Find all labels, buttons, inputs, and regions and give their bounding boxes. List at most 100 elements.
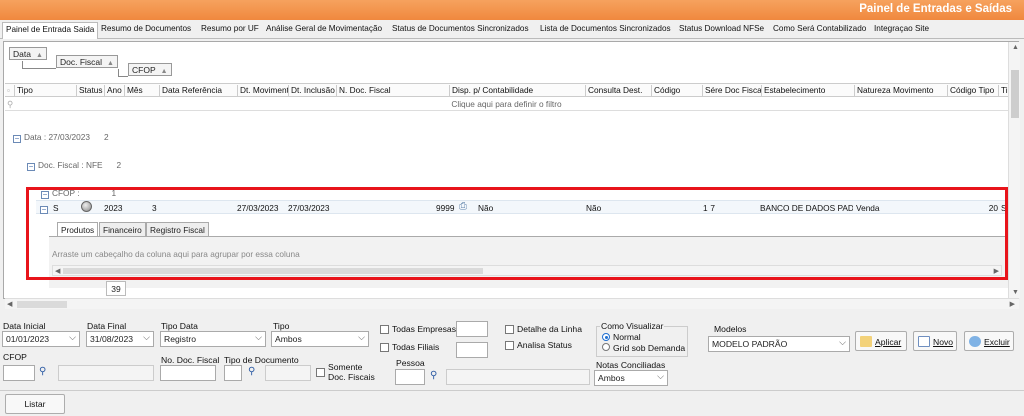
analisa-status-label: Analisa Status bbox=[517, 340, 572, 350]
data-inicial-field[interactable]: 01/01/2023 bbox=[2, 331, 80, 347]
col-data-referencia[interactable]: Data Referência bbox=[160, 85, 238, 96]
col-natureza-movimento[interactable]: Natureza Movimento bbox=[855, 85, 948, 96]
window-title: Painel de Entradas e Saídas bbox=[859, 3, 1012, 15]
grid-vertical-scrollbar[interactable]: ▲ ▼ bbox=[1008, 42, 1020, 298]
col-codigo[interactable]: Código bbox=[652, 85, 703, 96]
group-chip-doc-fiscal[interactable]: Doc. Fiscal ▲ bbox=[56, 55, 118, 68]
empresa-field[interactable] bbox=[456, 321, 488, 337]
tipo-data-select[interactable]: Registro bbox=[160, 331, 266, 347]
col-disp-contabilidade[interactable]: Disp. p/ Contabilidade bbox=[450, 85, 586, 96]
scroll-thumb[interactable] bbox=[1011, 70, 1019, 118]
tipo-select[interactable]: Ambos bbox=[271, 331, 369, 347]
col-status[interactable]: Status bbox=[77, 85, 105, 96]
sort-asc-icon: ▲ bbox=[35, 52, 43, 59]
col-estabelecimento[interactable]: Estabelecimento bbox=[762, 85, 855, 96]
collapse-icon[interactable]: − bbox=[27, 163, 35, 171]
grid-horizontal-scrollbar[interactable]: ◀ ▶ bbox=[5, 298, 1019, 309]
col-mes[interactable]: Mês bbox=[125, 85, 160, 96]
detalhe-linha-checkbox[interactable] bbox=[505, 325, 514, 334]
tab-painel-entrada-saida[interactable]: Painel de Entrada Saida bbox=[2, 22, 99, 39]
excluir-button[interactable]: Excluir bbox=[964, 331, 1014, 351]
listar-button[interactable]: Listar bbox=[5, 394, 65, 414]
col-ano[interactable]: Ano bbox=[105, 85, 125, 96]
footer-bar: Listar bbox=[0, 390, 1024, 416]
group-chip-cfop[interactable]: CFOP ▲ bbox=[128, 63, 172, 76]
new-document-icon bbox=[918, 336, 930, 347]
data-inicial-label: Data Inicial bbox=[3, 321, 46, 331]
sort-asc-icon: ▲ bbox=[160, 68, 168, 75]
tipo-label: Tipo bbox=[273, 321, 290, 331]
col-n-doc-fiscal[interactable]: N. Doc. Fiscal bbox=[337, 85, 450, 96]
grid-demanda-label: Grid sob Demanda bbox=[613, 343, 686, 353]
tab-lista-sincronizados[interactable]: Lista de Documentos Sincronizados bbox=[540, 24, 671, 33]
detalhe-linha-label: Detalhe da Linha bbox=[517, 324, 582, 334]
col-tipo-2[interactable]: Tipo bbox=[999, 85, 1008, 96]
como-visualizar-label: Como Visualizar bbox=[600, 321, 665, 331]
search-icon[interactable]: ⚲ bbox=[248, 366, 255, 377]
col-dt-inclusao[interactable]: Dt. Inclusão bbox=[289, 85, 337, 96]
todas-empresas-checkbox[interactable] bbox=[380, 325, 389, 334]
highlight-box bbox=[26, 187, 1008, 280]
data-grid: Data ▲ Doc. Fiscal ▲ CFOP ▲ ▫ Tipo Status A… bbox=[3, 41, 1020, 309]
collapse-icon[interactable]: − bbox=[13, 135, 21, 143]
col-dt-movimento[interactable]: Dt. Movimento bbox=[238, 85, 289, 96]
tipo-documento-field[interactable] bbox=[224, 365, 242, 381]
tab-resumo-uf[interactable]: Resumo por UF bbox=[201, 24, 259, 33]
scroll-down-icon[interactable]: ▼ bbox=[1012, 289, 1019, 296]
normal-radio[interactable] bbox=[602, 333, 610, 341]
group-connector bbox=[22, 61, 56, 69]
todas-filiais-label: Todas Filiais bbox=[392, 342, 440, 352]
scroll-thumb[interactable] bbox=[17, 301, 67, 308]
somente-doc-fiscais-checkbox[interactable] bbox=[316, 368, 325, 377]
tab-integracao-site[interactable]: Integraçao Site bbox=[874, 24, 929, 33]
col-codigo-tipo[interactable]: Código Tipo bbox=[948, 85, 999, 96]
group-row-doc-fiscal[interactable]: − Doc. Fiscal : NFE 2 bbox=[27, 160, 121, 171]
scroll-up-icon[interactable]: ▲ bbox=[1012, 44, 1019, 51]
filter-icon: ⚲ bbox=[7, 99, 14, 109]
tipo-documento-label: Tipo de Documento bbox=[224, 355, 299, 365]
notas-conciliadas-select[interactable]: Ambos bbox=[594, 370, 668, 386]
search-icon[interactable]: ⚲ bbox=[39, 366, 46, 377]
sort-asc-icon: ▲ bbox=[107, 60, 114, 67]
pessoa-description bbox=[446, 369, 590, 385]
no-doc-fiscal-field[interactable] bbox=[160, 365, 216, 381]
tab-resumo-documentos[interactable]: Resumo de Documentos bbox=[101, 24, 191, 33]
col-tipo[interactable]: Tipo bbox=[15, 85, 77, 96]
tipo-data-label: Tipo Data bbox=[161, 321, 198, 331]
col-serie-doc-fiscal[interactable]: Sére Doc Fiscal bbox=[703, 85, 762, 96]
group-connector bbox=[118, 69, 128, 77]
delete-icon bbox=[969, 336, 981, 347]
group-chip-data[interactable]: Data ▲ bbox=[9, 47, 47, 60]
tab-status-sincronizados[interactable]: Status de Documentos Sincronizados bbox=[392, 24, 529, 33]
modelos-select[interactable]: MODELO PADRÃO bbox=[708, 336, 850, 352]
somente-doc-fiscais-label: Somente Doc. Fiscais bbox=[328, 362, 375, 382]
cfop-label: CFOP bbox=[3, 352, 27, 362]
group-row-data[interactable]: − Data : 27/03/2023 2 bbox=[13, 132, 109, 143]
tipo-documento-description bbox=[265, 365, 311, 381]
grid-demanda-radio[interactable] bbox=[602, 343, 610, 351]
col-consulta-dest[interactable]: Consulta Dest. bbox=[586, 85, 652, 96]
search-icon[interactable]: ⚲ bbox=[430, 370, 437, 381]
todas-filiais-checkbox[interactable] bbox=[380, 343, 389, 352]
scroll-left-icon[interactable]: ◀ bbox=[7, 300, 12, 308]
pessoa-field[interactable] bbox=[395, 369, 425, 385]
no-doc-fiscal-label: No. Doc. Fiscal bbox=[161, 355, 220, 365]
filter-row[interactable]: ⚲ Clique aqui para definir o filtro bbox=[5, 97, 1008, 111]
filial-field[interactable] bbox=[456, 342, 488, 358]
tab-analise-geral[interactable]: Análise Geral de Movimentação bbox=[266, 24, 382, 33]
tab-status-nfse[interactable]: Status Download NFSe bbox=[679, 24, 764, 33]
data-final-field[interactable]: 31/08/2023 bbox=[86, 331, 154, 347]
filter-hint: Clique aqui para definir o filtro bbox=[451, 99, 562, 109]
todas-empresas-label: Todas Empresas bbox=[392, 324, 457, 334]
tab-como-contabilizado[interactable]: Como Será Contabilizado bbox=[773, 24, 866, 33]
analisa-status-checkbox[interactable] bbox=[505, 341, 514, 350]
novo-button[interactable]: Novo bbox=[913, 331, 957, 351]
modelos-label: Modelos bbox=[714, 324, 747, 334]
scroll-right-icon[interactable]: ▶ bbox=[1010, 300, 1015, 308]
title-bar: Painel de Entradas e Saídas bbox=[0, 0, 1024, 20]
tab-strip: Painel de Entrada Saida Resumo de Docume… bbox=[0, 20, 1024, 39]
cfop-field[interactable] bbox=[3, 365, 35, 381]
record-count: 39 bbox=[106, 281, 126, 296]
aplicar-button[interactable]: Aplicar bbox=[855, 331, 907, 351]
row-indicator-icon: ▫ bbox=[5, 85, 15, 96]
